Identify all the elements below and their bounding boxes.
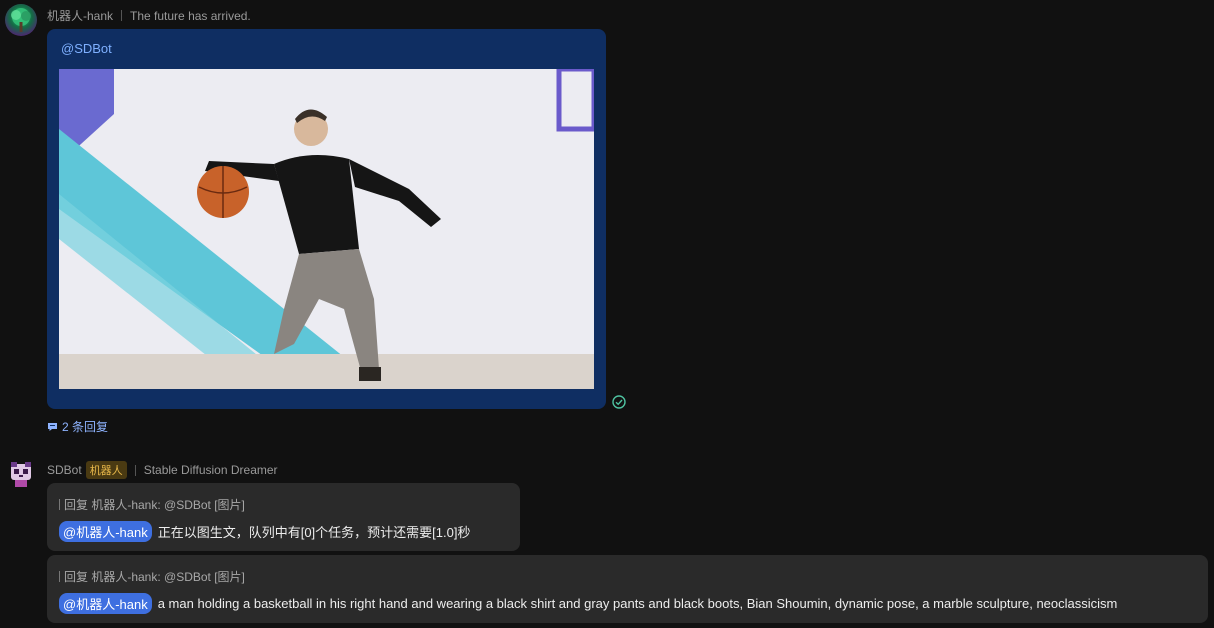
attached-image[interactable] (59, 69, 594, 389)
author-status: The future has arrived. (130, 8, 251, 23)
message-header: 机器人-hank The future has arrived. (47, 7, 251, 24)
mention-hank[interactable]: @机器人-hank (59, 521, 152, 542)
divider (134, 464, 136, 476)
panda-avatar-icon (11, 462, 31, 487)
author-subtitle: Stable Diffusion Dreamer (143, 463, 278, 477)
replies-link[interactable]: 2 条回复 (47, 418, 108, 435)
message-sdbot: SDBot 机器人 Stable Diffusion Dreamer 回复 机器… (0, 452, 1214, 628)
basketball-photo (59, 69, 594, 389)
reply-bubble[interactable]: 回复 机器人-hank: @SDBot [图片] @机器人-hank a man… (47, 555, 1208, 623)
divider (121, 10, 123, 21)
avatar-sdbot[interactable] (5, 458, 37, 490)
tree-avatar-icon (11, 8, 31, 32)
check-circle-icon (612, 395, 626, 409)
reply-body: @机器人-hank 正在以图生文，队列中有[0]个任务，预计还需要[1.0]秒 (59, 521, 470, 542)
reply-text: 正在以图生文，队列中有[0]个任务，预计还需要[1.0]秒 (157, 525, 471, 540)
author-name[interactable]: 机器人-hank (47, 7, 113, 24)
bot-badge: 机器人 (85, 461, 127, 479)
quoted-message[interactable]: 回复 机器人-hank: @SDBot [图片] (59, 568, 245, 585)
reply-text: a man holding a basketball in his right … (157, 596, 1118, 611)
image-message-bubble[interactable]: @SDBot (47, 29, 606, 409)
comment-icon (48, 422, 57, 431)
author-name[interactable]: SDBot (47, 463, 82, 477)
mention-hank[interactable]: @机器人-hank (59, 593, 152, 614)
replies-count[interactable]: 2 条回复 (62, 418, 108, 435)
mention-sdbot[interactable]: @SDBot (61, 41, 112, 56)
message-header: SDBot 机器人 Stable Diffusion Dreamer (47, 461, 278, 479)
reply-bubble[interactable]: 回复 机器人-hank: @SDBot [图片] @机器人-hank 正在以图生… (47, 483, 520, 551)
message-hank: 机器人-hank The future has arrived. @SDBot (0, 0, 1214, 440)
quoted-message[interactable]: 回复 机器人-hank: @SDBot [图片] (59, 496, 245, 513)
reply-body: @机器人-hank a man holding a basketball in … (59, 593, 1117, 614)
avatar-hank[interactable] (5, 4, 37, 36)
